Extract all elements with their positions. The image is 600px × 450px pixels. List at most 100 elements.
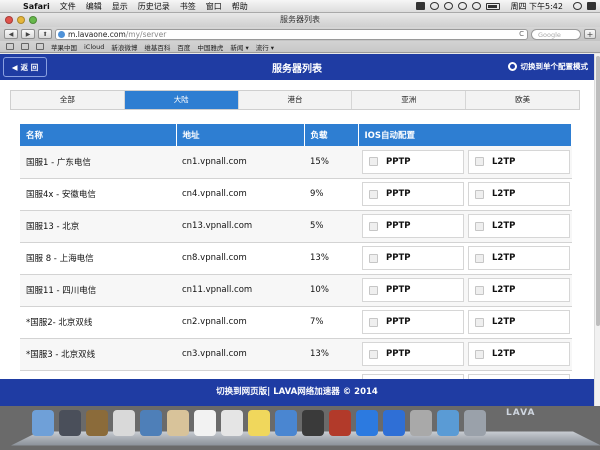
pptp-checkbox[interactable] (369, 157, 378, 167)
pptp-checkbox[interactable] (369, 285, 378, 295)
l2tp-label: L2TP (492, 317, 516, 327)
l2tp-option[interactable]: L2TP (468, 149, 570, 174)
bookmark-item[interactable]: 新浪微博 (111, 42, 137, 52)
back-button[interactable]: ◀ 返 回 (3, 57, 47, 77)
switch-mode-button[interactable]: 切换到单个配置模式 (507, 61, 588, 72)
l2tp-option[interactable]: L2TP (468, 278, 570, 302)
share-button[interactable]: ⬆ (38, 29, 52, 39)
pptp-checkbox[interactable] (369, 189, 378, 199)
menu-edit[interactable]: 编辑 (81, 1, 107, 12)
l2tp-checkbox[interactable] (475, 285, 484, 295)
menu-file[interactable]: 文件 (55, 1, 81, 12)
new-tab-button[interactable]: + (584, 29, 596, 39)
tab-mainland[interactable]: 大陆 (124, 91, 239, 109)
bookmark-item[interactable]: 维基百科 (144, 42, 170, 52)
bookmark-item[interactable]: 百度 (177, 42, 190, 52)
pptp-option[interactable]: PPTP (362, 310, 464, 334)
reading-list-icon[interactable] (21, 43, 29, 50)
l2tp-label: L2TP (492, 349, 516, 359)
l2tp-checkbox[interactable] (475, 189, 484, 199)
reload-icon[interactable]: C (519, 30, 527, 38)
l2tp-option[interactable]: L2TP (468, 310, 570, 334)
page-footer[interactable]: 切换到网页版| LAVA网络加速器 © 2014 (0, 379, 594, 406)
table-row: 国服13 - 北京 cn13.vpnall.com 5% PPTP L2TP (20, 210, 572, 243)
tab-europe-america[interactable]: 欧美 (466, 91, 579, 109)
pptp-option[interactable]: PPTP (362, 149, 464, 174)
dock-app-icon[interactable] (383, 410, 405, 436)
l2tp-option[interactable]: L2TP (468, 246, 570, 270)
l2tp-option[interactable]: L2TP (468, 214, 570, 238)
time-machine-icon[interactable] (430, 2, 440, 10)
dock-app-icon[interactable] (329, 410, 351, 436)
menu-bookmarks[interactable]: 书签 (175, 1, 201, 12)
pptp-checkbox[interactable] (369, 349, 378, 359)
minimize-window-button[interactable] (17, 16, 25, 24)
dock-app-icon[interactable] (140, 410, 162, 436)
bookmark-item[interactable]: 新闻 ▾ (230, 42, 248, 52)
page-scrollbar[interactable] (594, 54, 600, 406)
pptp-option[interactable]: PPTP (362, 214, 464, 238)
bookmark-item[interactable]: 中国雅虎 (197, 42, 223, 52)
scrollbar-thumb[interactable] (596, 56, 600, 326)
l2tp-option[interactable]: L2TP (468, 182, 570, 206)
sidebar-toggle-icon[interactable] (6, 43, 14, 50)
tab-asia[interactable]: 亚洲 (352, 91, 467, 109)
bluetooth-icon[interactable] (444, 2, 454, 10)
l2tp-option[interactable]: L2TP (468, 342, 570, 366)
menu-window[interactable]: 窗口 (201, 1, 227, 12)
table-header-row: 名称 地址 负载 IOS自动配置 (20, 124, 572, 146)
bookmark-item[interactable]: 苹果中国 (51, 42, 77, 52)
pptp-checkbox[interactable] (369, 221, 378, 231)
menu-view[interactable]: 显示 (107, 1, 133, 12)
url-host: m.lavaone.com (68, 29, 126, 39)
dock-app-icon[interactable] (113, 410, 135, 436)
menu-help[interactable]: 帮助 (227, 1, 253, 12)
tab-all[interactable]: 全部 (11, 91, 125, 109)
pptp-checkbox[interactable] (369, 253, 378, 263)
l2tp-checkbox[interactable] (475, 317, 484, 327)
dock-app-icon[interactable] (86, 410, 108, 436)
dock-app-icon[interactable] (410, 410, 432, 436)
search-field[interactable]: Google (531, 28, 581, 40)
zoom-window-button[interactable] (29, 16, 37, 24)
menu-history[interactable]: 历史记录 (133, 1, 175, 12)
dock-app-icon[interactable] (275, 410, 297, 436)
l2tp-checkbox[interactable] (475, 253, 484, 263)
menubar-clock[interactable]: 周四 下午5:42 (505, 1, 568, 12)
dock-app-icon[interactable] (302, 410, 324, 436)
wifi-icon[interactable] (458, 2, 468, 10)
dock-app-icon[interactable] (194, 410, 216, 436)
dock-app-icon[interactable] (248, 410, 270, 436)
l2tp-checkbox[interactable] (475, 221, 484, 231)
ios-config-cell: PPTP L2TP (358, 178, 572, 211)
spotlight-icon[interactable] (573, 2, 582, 10)
dock-app-icon[interactable] (356, 410, 378, 436)
dock-app-icon[interactable] (464, 410, 486, 436)
pptp-option[interactable]: PPTP (362, 278, 464, 302)
address-bar[interactable]: m.lavaone.com/my/server C (55, 28, 528, 40)
status-app-icon[interactable] (416, 2, 426, 10)
top-sites-icon[interactable] (36, 43, 44, 50)
pptp-checkbox[interactable] (369, 317, 378, 327)
pptp-option[interactable]: PPTP (362, 246, 464, 270)
close-window-button[interactable] (5, 16, 13, 24)
l2tp-checkbox[interactable] (475, 349, 484, 359)
notification-center-icon[interactable] (587, 2, 596, 10)
bookmark-item[interactable]: iCloud (84, 43, 104, 51)
pptp-option[interactable]: PPTP (362, 182, 464, 206)
dock-app-icon[interactable] (32, 410, 54, 436)
dock-app-icon[interactable] (59, 410, 81, 436)
tab-hk-tw[interactable]: 港台 (239, 91, 353, 109)
bookmark-item[interactable]: 流行 ▾ (256, 42, 274, 52)
l2tp-checkbox[interactable] (475, 157, 484, 167)
dock-app-icon[interactable] (167, 410, 189, 436)
column-header-load: 负载 (304, 124, 359, 146)
menu-app-name[interactable]: Safari (18, 2, 55, 11)
forward-nav-button[interactable]: ▶ (21, 29, 35, 39)
dock-app-icon[interactable] (221, 410, 243, 436)
pptp-option[interactable]: PPTP (362, 342, 464, 366)
dock-app-icon[interactable] (437, 410, 459, 436)
battery-icon[interactable] (486, 2, 501, 10)
volume-icon[interactable] (472, 2, 482, 10)
back-nav-button[interactable]: ◀ (4, 29, 18, 39)
